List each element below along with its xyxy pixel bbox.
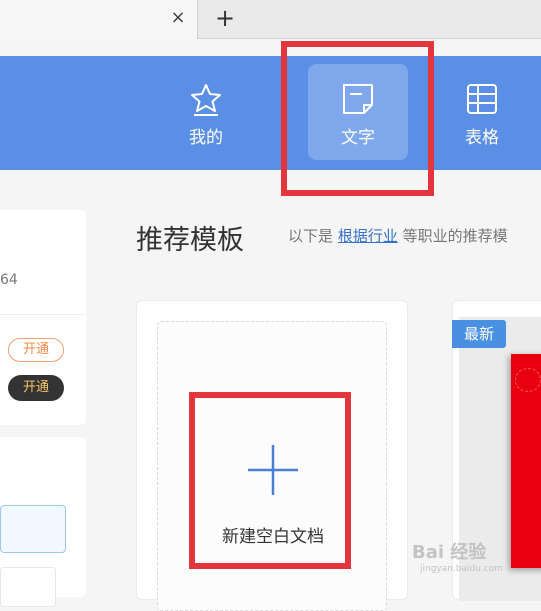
partial-count: 64 [0,272,18,288]
nav-label-text: 文字 [341,128,375,148]
document-icon [343,84,373,114]
industry-link[interactable]: 根据行业 [338,227,398,245]
new-blank-document-card[interactable]: 新建空白文档 [136,300,408,611]
open-membership-button[interactable]: 开通 [8,338,64,362]
section-description: 以下是 根据行业 等职业的推荐模 [288,225,508,246]
app-header: 我的 文字 表格 [0,56,541,170]
side-panel [0,437,86,607]
divider [0,314,86,315]
open-vip-button[interactable]: 开通 [8,375,64,401]
decorative-pattern [515,368,541,392]
side-input-box[interactable] [0,505,66,553]
new-tab-icon[interactable]: + [214,6,236,30]
nav-label-mine: 我的 [189,128,223,148]
red-template-preview [511,354,541,568]
browser-tab-strip: × + [0,0,541,39]
watermark-logo: Bai 经验 [412,542,487,563]
plus-icon [248,445,298,495]
close-tab-icon[interactable]: × [168,8,188,28]
nav-item-mine[interactable]: 我的 [156,64,256,160]
side-card[interactable] [0,567,56,607]
browser-tab[interactable]: × [0,0,198,39]
nav-label-sheet: 表格 [465,128,499,148]
account-panel: 64 开通 开通 [0,210,86,425]
section-title: 推荐模板 [136,225,244,256]
table-icon [467,84,497,114]
nav-item-text[interactable]: 文字 [308,64,408,160]
watermark-url: jingyan.baidu.com [420,564,504,574]
desc-prefix: 以下是 [288,227,338,245]
star-icon [191,84,221,116]
blank-document-label: 新建空白文档 [222,527,324,547]
nav-item-sheet[interactable]: 表格 [432,64,532,160]
new-tag-badge: 最新 [452,320,506,348]
desc-suffix: 等职业的推荐模 [397,227,508,245]
blank-document-area[interactable]: 新建空白文档 [157,321,387,611]
